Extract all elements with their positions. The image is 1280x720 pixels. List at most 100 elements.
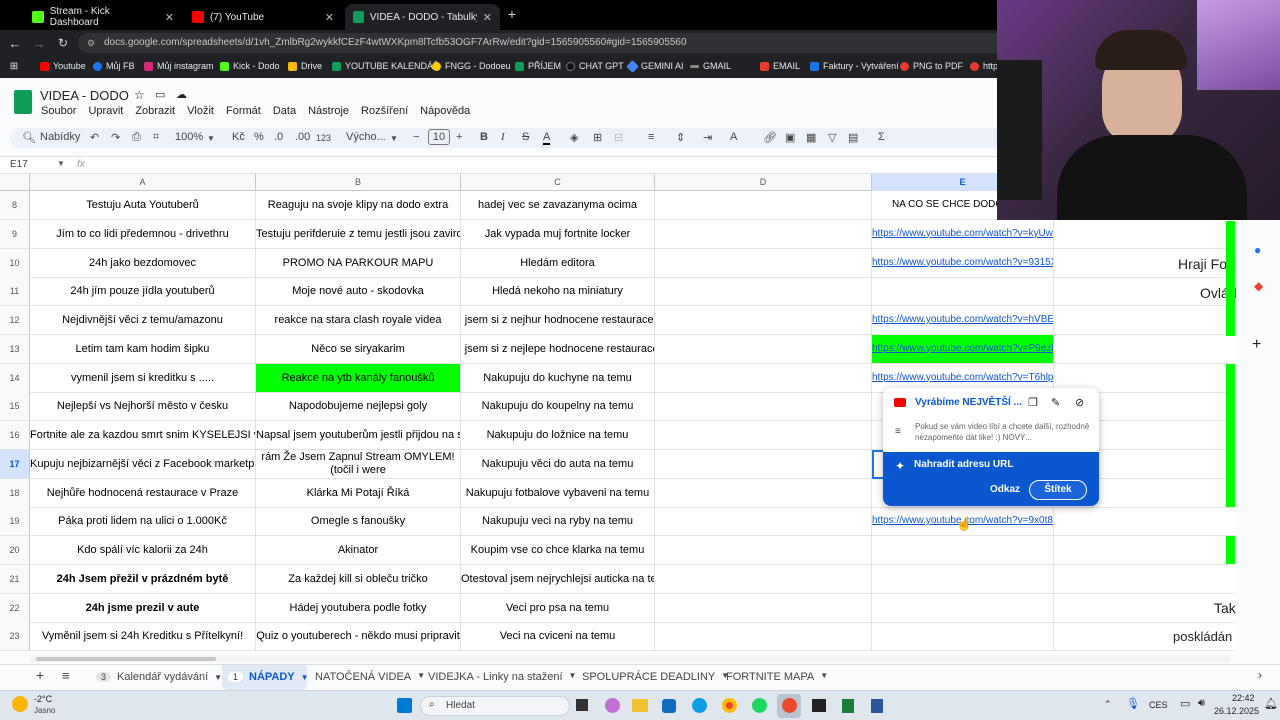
sheets-taskbar-icon[interactable] (842, 699, 854, 713)
cell-a[interactable]: Nejlepší vs Nejhorší město v česku (30, 392, 256, 421)
bookmark-youtube[interactable]: Youtube (40, 61, 86, 71)
replace-url-label[interactable]: Nahradit adresu URL (914, 459, 1013, 470)
close-icon[interactable]: ✕ (165, 11, 174, 24)
align-vertical-icon[interactable]: ⇕ (676, 131, 685, 144)
fill-color-icon[interactable]: ◈ (570, 131, 578, 144)
bookmark-png-to-pdf[interactable]: PNG to PDF (900, 61, 963, 71)
file-explorer-icon[interactable] (632, 699, 648, 712)
microphone-icon[interactable]: 🎙︎ (1126, 697, 1140, 710)
outlook-icon[interactable] (662, 699, 676, 713)
redo-icon[interactable]: ↷ (111, 131, 120, 144)
row-header[interactable]: 21 (0, 564, 30, 593)
cell-a[interactable]: Vyměnil jsem si 24h Kreditku s Přítelkyn… (30, 622, 256, 651)
bookmark-prijem[interactable]: PŘÍJEM (515, 61, 561, 71)
copy-icon[interactable]: ❐ (1028, 396, 1038, 409)
cell-d[interactable] (655, 421, 872, 449)
bookmark-instagram[interactable]: Můj instagram (144, 61, 214, 71)
cell-b[interactable]: rám Že Jsem Zapnul Stream OMYLEM! (točil… (256, 449, 461, 478)
bookmark-drive[interactable]: Drive (288, 61, 322, 71)
decrease-decimal-button[interactable]: .0 (274, 131, 283, 143)
cell-c[interactable]: Nakupuju do koupelny na temu (461, 392, 655, 421)
cell-c[interactable]: Veci pro psa na temu (461, 593, 655, 622)
cell-a[interactable]: 24h jsme prezil v aute (30, 593, 256, 622)
cell-b[interactable]: Akinator (256, 536, 461, 564)
cell-c[interactable]: Nakupuju fotbalove vybaveni na temu (461, 478, 655, 507)
cell-d[interactable] (655, 219, 872, 248)
move-folder-icon[interactable]: ▭ (155, 88, 165, 101)
volume-icon[interactable]: 🔊︎ (1198, 697, 1205, 710)
borders-icon[interactable]: ⊞ (593, 131, 602, 144)
popup-title[interactable]: Vyrábíme NEJVĚTŠÍ ... (915, 397, 1022, 408)
row-header[interactable]: 12 (0, 306, 30, 334)
text-color-icon[interactable]: A (543, 131, 551, 145)
italic-icon[interactable]: I (501, 131, 505, 143)
tray-chevron-icon[interactable]: ⌃ (1104, 699, 1112, 710)
chevron-down-icon[interactable]: ▼ (57, 159, 65, 168)
zoom-select[interactable]: 100% (175, 131, 203, 143)
explore-icon[interactable]: › (1258, 668, 1262, 682)
scrollbar-thumb[interactable] (36, 657, 216, 661)
apps-grid-icon[interactable]: ⊞ (8, 60, 20, 72)
cell-e[interactable]: https://www.youtube.com/watch?v=hVBEHv43… (872, 306, 1054, 334)
cell-e[interactable] (872, 564, 1054, 593)
cell-a[interactable]: 24h jím pouze jídla youtuberů (30, 277, 256, 306)
cell-b[interactable]: Hádej youtubera podle fotky (256, 593, 461, 622)
cell-e[interactable] (872, 536, 1054, 564)
print-icon[interactable]: ⎙ (132, 131, 141, 144)
doc-title[interactable]: VIDEA - DODO (40, 88, 129, 103)
row-header[interactable]: 17 (0, 449, 30, 478)
bookmark-http[interactable]: http (970, 61, 998, 71)
cell-c[interactable]: nal jsem si z nejhur hodnocene restaurac… (461, 306, 655, 334)
row-header[interactable]: 18 (0, 478, 30, 507)
cell-d[interactable] (655, 622, 872, 651)
site-info-icon[interactable]: ⚙ (87, 33, 95, 53)
link-button[interactable]: Odkaz (990, 484, 1020, 495)
cell-a[interactable]: Kdo spálí víc kalorii za 24h (30, 536, 256, 564)
browser-tab-kick[interactable]: Stream - Kick Dashboard ✕ (24, 4, 182, 30)
strikethrough-icon[interactable]: S (522, 131, 529, 143)
cell-c[interactable]: Nakupuju do kuchyne na temu (461, 363, 655, 392)
cell-c[interactable]: nal jsem si z nejlepe hodnocene restaura… (461, 334, 655, 363)
cell-d[interactable] (655, 536, 872, 564)
cell-e[interactable] (872, 277, 1054, 306)
filter-views-icon[interactable]: ▤ (848, 131, 858, 144)
cell-c[interactable]: Hledám editora (461, 248, 655, 277)
search-icon[interactable]: 🔍︎ (22, 131, 36, 144)
edit-icon[interactable]: ✎ (1051, 396, 1060, 409)
row-header[interactable]: 10 (0, 248, 30, 277)
cell-d[interactable] (655, 593, 872, 622)
row-header[interactable]: 16 (0, 421, 30, 449)
cloud-status-icon[interactable]: ☁ (176, 88, 187, 101)
cell-c[interactable]: Nakupuju veci na ryby na temu (461, 507, 655, 536)
sheet-tab-natocena[interactable]: NATOČENÁ VIDEA ▼ (315, 671, 425, 683)
sheets-logo-icon[interactable] (14, 90, 32, 114)
menu-napoveda[interactable]: Nápověda (420, 105, 470, 117)
cell-b[interactable]: Za každej kill si obleču tričko (256, 564, 461, 593)
menu-nastroje[interactable]: Nástroje (308, 105, 349, 117)
taskbar-search[interactable]: ⌕ Hledat (420, 696, 570, 716)
bookmark-muj-fb[interactable]: Můj FB (93, 61, 135, 71)
cell-a[interactable]: Nejdivnější věci z temu/amazonu (30, 306, 256, 334)
cell-d[interactable] (655, 306, 872, 334)
sheet-tab-kalendar[interactable]: 3 Kalendář vydávání ▼ (96, 671, 222, 683)
menu-rozsireni[interactable]: Rozšíření (361, 105, 408, 117)
new-tab-icon[interactable]: + (505, 6, 519, 22)
cell-c[interactable]: Veci na cviceni na temu (461, 622, 655, 651)
select-all-corner[interactable] (0, 174, 30, 191)
cell-b[interactable]: Klárka Mi Potají Říká (256, 478, 461, 507)
bookmark-email[interactable]: EMAIL (760, 61, 800, 71)
chip-button[interactable]: Štítek (1029, 480, 1087, 500)
copilot-icon[interactable] (605, 698, 620, 713)
notification-bell-icon[interactable]: 🔔︎ (1264, 697, 1278, 710)
row-header[interactable]: 19 (0, 507, 30, 536)
merge-cells-icon[interactable]: ⊟ (614, 131, 623, 144)
text-wrap-icon[interactable]: ⇥ (703, 131, 712, 144)
menu-format[interactable]: Formát (226, 105, 261, 117)
menu-search-input[interactable]: Nabídky (40, 131, 80, 143)
cell-d[interactable] (655, 334, 872, 363)
name-box[interactable]: E17 (10, 159, 28, 170)
insert-chart-icon[interactable]: ▦ (806, 131, 816, 144)
increase-decimal-button[interactable]: .00 (295, 131, 310, 143)
add-icon[interactable]: + (1252, 336, 1261, 354)
add-sheet-icon[interactable]: + (36, 667, 44, 683)
